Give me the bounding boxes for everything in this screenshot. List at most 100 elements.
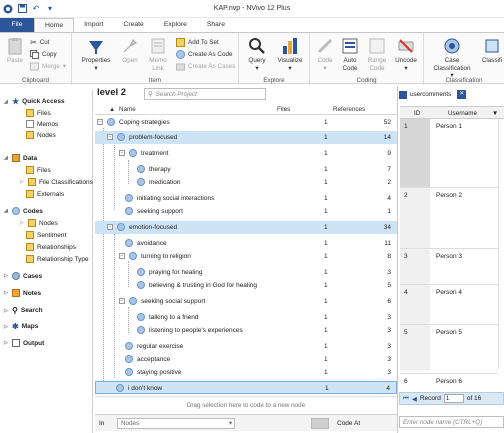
dataset-row-username[interactable]: Person 3 <box>432 249 488 264</box>
collapse-toggle-icon[interactable]: − <box>119 150 125 156</box>
nav-notes[interactable]: ▷ Notes <box>4 289 41 297</box>
merge-button[interactable]: Merge ▾ <box>30 62 66 71</box>
open-button[interactable]: Open <box>118 37 142 65</box>
node-name-input[interactable]: Enter node name (CTRL+Q) <box>399 416 504 428</box>
create-as-code-label: Create As Code <box>188 51 233 58</box>
collapse-toggle-icon[interactable]: − <box>119 298 125 304</box>
nav-quick-access[interactable]: ◢ ★ Quick Access <box>4 97 65 106</box>
node-row[interactable]: initiating social interactions 1 4 <box>95 192 397 205</box>
node-row[interactable]: medication 1 2 <box>95 176 397 189</box>
uncode-button[interactable]: Uncode ▾ <box>392 37 420 72</box>
column-username-header[interactable]: Username <box>448 110 477 117</box>
column-references-header[interactable]: References <box>333 106 365 113</box>
add-to-set-button[interactable]: Add To Set <box>176 38 219 47</box>
file-classification-button[interactable]: Classifi <box>480 37 504 65</box>
nav-relationships[interactable]: Relationships <box>26 243 76 251</box>
node-row[interactable]: staying positive 1 3 <box>95 366 397 379</box>
cut-button[interactable]: ✂ Cut <box>30 38 50 47</box>
close-icon[interactable]: ✕ <box>457 90 467 99</box>
code-button[interactable]: Code ▾ <box>314 37 336 72</box>
nav-search[interactable]: ▷ ⚲ Search <box>4 306 43 315</box>
node-row[interactable]: talking to a friend 1 3 <box>95 311 397 324</box>
column-id-header[interactable]: ID <box>414 110 420 117</box>
node-row[interactable]: − seeking social support 1 6 <box>95 295 397 308</box>
search-project-input[interactable]: ⚲ Search Project <box>144 88 266 100</box>
dataset-row-id[interactable]: 2 <box>400 188 430 203</box>
collapse-toggle-icon[interactable]: − <box>107 224 113 230</box>
nav-output[interactable]: ▷ Output <box>4 339 44 347</box>
node-row[interactable]: therapy 1 7 <box>95 163 397 176</box>
nav-externals[interactable]: Externals <box>26 190 64 198</box>
create-as-code-button[interactable]: Create As Code <box>176 50 232 59</box>
memo-link-button[interactable]: Memo Link <box>146 37 170 72</box>
dataset-row-username[interactable]: Person 4 <box>432 285 488 300</box>
nav-data-files[interactable]: Files <box>26 166 51 174</box>
nav-file-classifications[interactable]: ▷ File Classifications <box>20 178 93 186</box>
node-row[interactable]: praying for healing 1 3 <box>95 266 397 279</box>
in-select[interactable]: Nodes ▾ <box>117 417 235 429</box>
dataset-row-username[interactable]: Person 6 <box>432 374 488 389</box>
collapse-toggle-icon[interactable]: − <box>119 253 125 259</box>
nav-relationship-type[interactable]: Relationship Type <box>26 255 89 263</box>
record-number-input[interactable]: 1 <box>443 394 464 403</box>
collapse-toggle-icon[interactable]: − <box>107 134 113 140</box>
node-row[interactable]: believing & trusting in God for healing … <box>95 279 397 292</box>
nav-codes[interactable]: ◢ Codes <box>4 207 43 215</box>
dataset-row-id[interactable]: 4 <box>400 285 430 300</box>
properties-button[interactable]: Properties ▾ <box>78 37 114 72</box>
dataset-row-username[interactable]: Person 1 <box>432 119 488 134</box>
tab-import[interactable]: Import <box>74 18 113 32</box>
nav-qa-nodes[interactable]: Nodes <box>26 131 56 139</box>
case-classification-button[interactable]: Case Classification ▾ <box>428 37 476 80</box>
dataset-row-id[interactable]: 3 <box>400 249 430 264</box>
collapse-toggle-icon[interactable]: − <box>97 119 103 125</box>
node-row[interactable]: regular exercise 1 3 <box>95 340 397 353</box>
nav-qa-memos[interactable]: Memos <box>26 120 58 128</box>
range-code-button[interactable]: Range Code <box>364 37 390 72</box>
tab-explore[interactable]: Explore <box>154 18 197 32</box>
dataset-row-username[interactable]: Person 5 <box>432 325 488 340</box>
node-row[interactable]: − emotion-focused 1 34 <box>95 221 397 234</box>
nav-qa-files[interactable]: Files <box>26 109 51 117</box>
copy-button[interactable]: Copy <box>30 50 57 59</box>
node-row[interactable]: avoidance 1 11 <box>95 237 397 250</box>
node-row[interactable]: acceptance 1 3 <box>95 353 397 366</box>
node-row[interactable]: seeking support 1 1 <box>95 205 397 218</box>
nav-code-nodes[interactable]: ▷ Nodes <box>20 219 58 227</box>
nav-data[interactable]: ◢ Data <box>4 154 37 162</box>
undo-icon[interactable]: ↶ <box>31 4 41 14</box>
save-icon[interactable] <box>17 4 27 14</box>
drag-to-code-zone[interactable]: Drag selection here to code to a new nod… <box>95 396 397 414</box>
create-as-cases-button[interactable]: Create As Cases <box>176 62 235 71</box>
node-row[interactable]: − treatment 1 9 <box>95 147 397 160</box>
tab-home[interactable]: Home <box>34 18 75 32</box>
usercomments-tab[interactable]: usercomments ✕ <box>399 89 467 100</box>
auto-code-button[interactable]: Auto Code <box>338 37 362 72</box>
node-row[interactable]: − problem-focused 1 14 <box>95 131 397 144</box>
node-row[interactable]: listening to people's experiences 1 3 <box>95 324 397 337</box>
previous-record-icon[interactable]: ◀ <box>412 395 417 403</box>
paste-button[interactable]: Paste <box>4 37 26 65</box>
dataset-row-id[interactable]: 6 <box>400 374 430 389</box>
node-row[interactable]: − turning to religion 1 8 <box>95 250 397 263</box>
quick-access-menu-icon[interactable]: ▾ <box>45 4 55 14</box>
nav-sentiment[interactable]: Sentiment <box>26 231 66 239</box>
node-row[interactable]: i don't know 1 4 <box>95 381 397 394</box>
node-color-swatch[interactable] <box>311 417 329 429</box>
nav-cases[interactable]: ▷ Cases <box>4 272 42 280</box>
dataset-row-id[interactable]: 1 <box>400 119 430 134</box>
tab-create[interactable]: Create <box>113 18 153 32</box>
dataset-row-username[interactable]: Person 2 <box>432 188 488 203</box>
first-record-icon[interactable]: ⏮ <box>403 395 409 403</box>
tab-share[interactable]: Share <box>197 18 235 32</box>
nav-maps[interactable]: ▷ ✱ Maps <box>4 322 38 331</box>
column-name-header[interactable]: Name <box>119 106 136 113</box>
node-row[interactable]: − Coping strategies 1 52 <box>95 116 397 129</box>
column-files-header[interactable]: Files <box>277 106 290 113</box>
tab-file[interactable]: File <box>0 18 34 32</box>
visualize-button[interactable]: Visualize ▾ <box>275 37 305 72</box>
query-button[interactable]: Query ▾ <box>243 37 271 72</box>
filter-icon[interactable]: ▼ <box>492 110 498 117</box>
node-refs: 14 <box>383 134 391 141</box>
dataset-row-id[interactable]: 5 <box>400 325 430 340</box>
